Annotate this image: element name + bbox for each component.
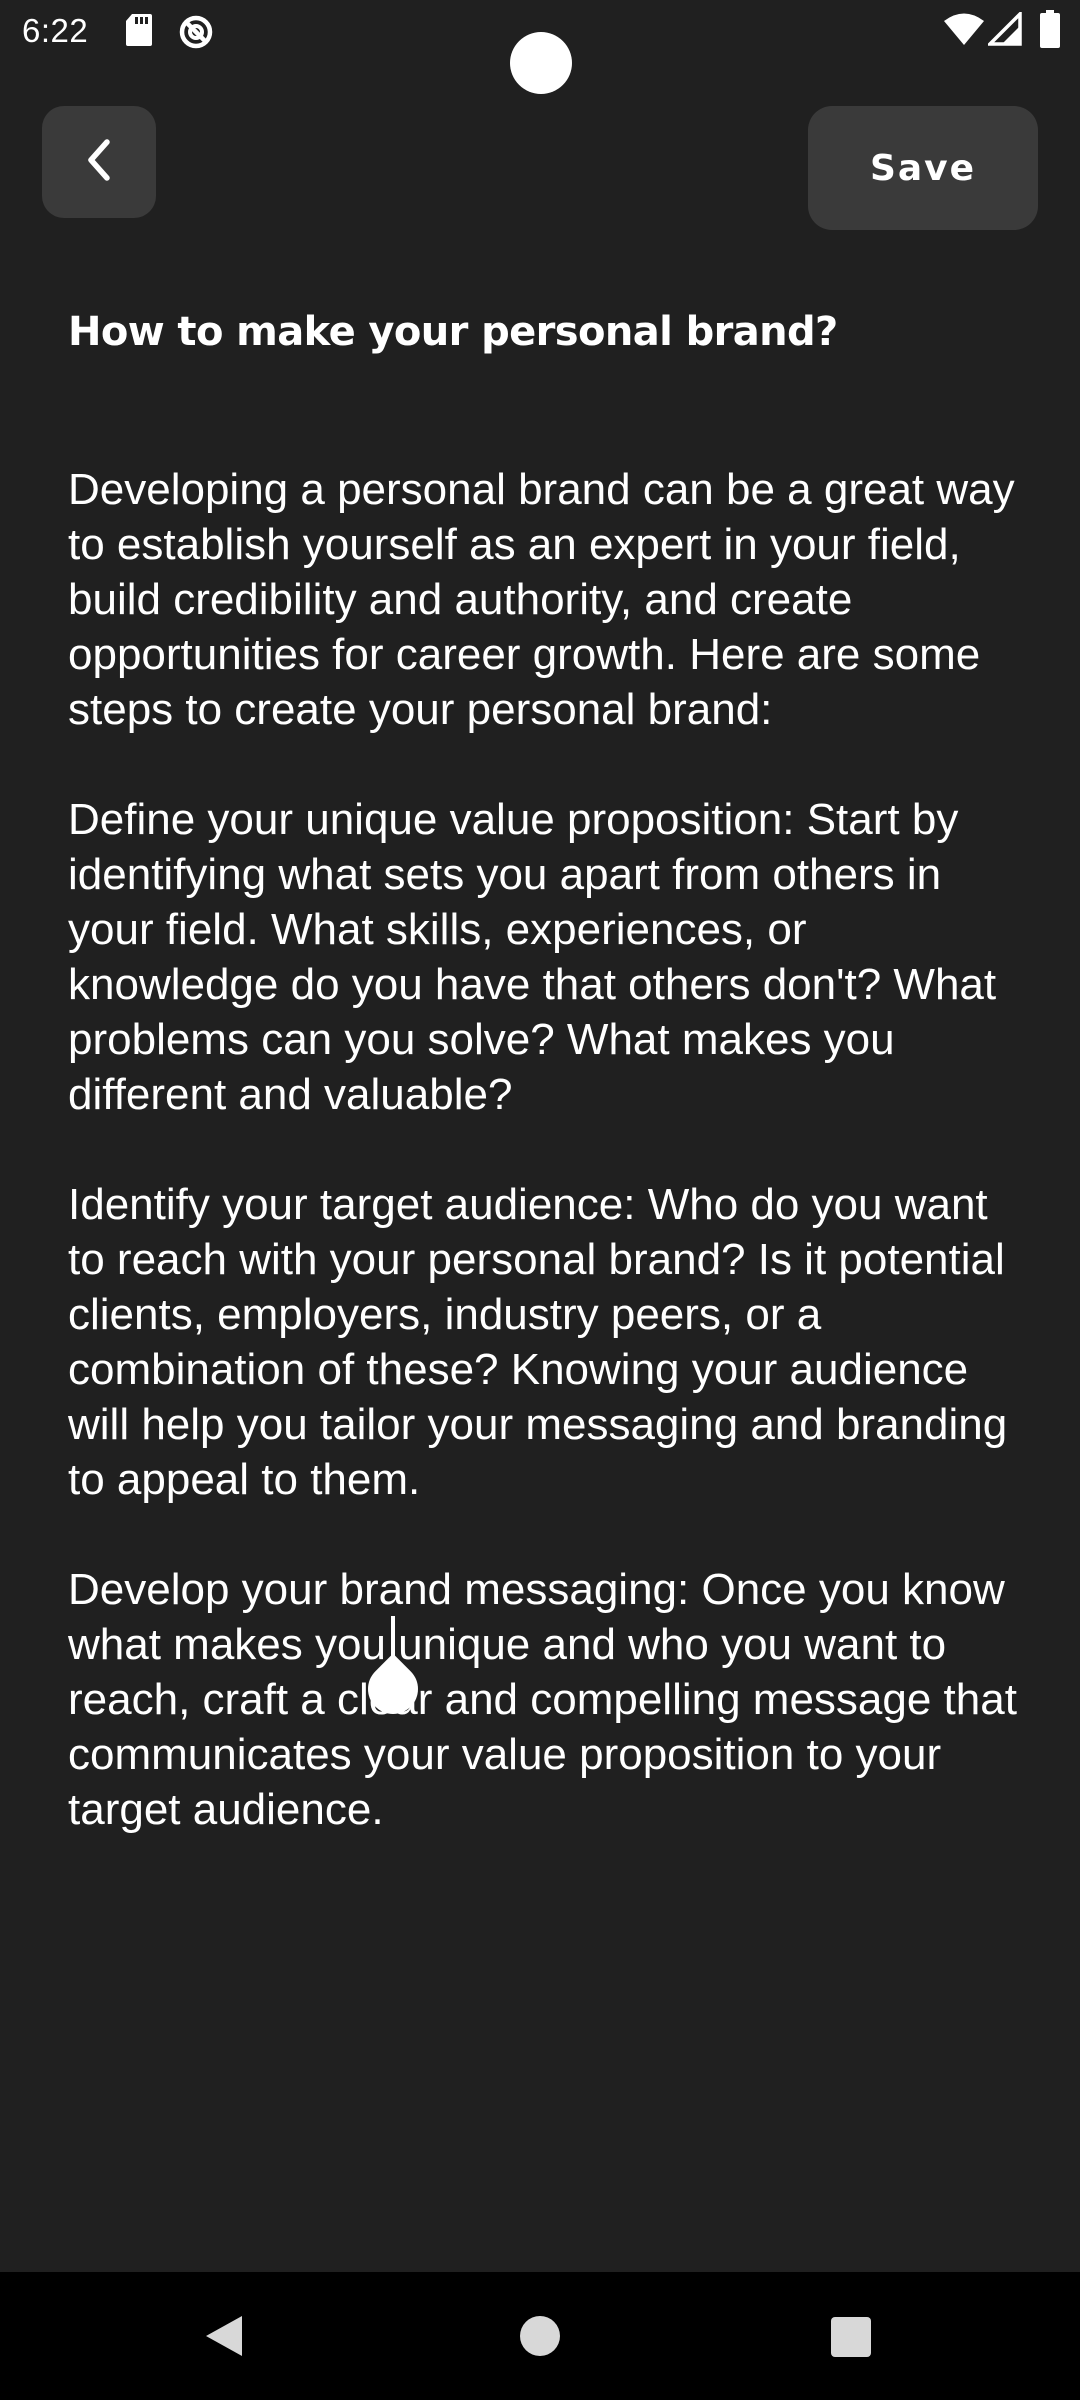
navigation-bar: [0, 2272, 1080, 2400]
do-not-disturb-icon: [178, 14, 214, 54]
note-paragraph: Developing a personal brand can be a gre…: [68, 465, 1015, 734]
wifi-icon: [944, 12, 984, 50]
signal-icon: [985, 9, 1022, 50]
nav-back-icon[interactable]: [204, 2314, 244, 2362]
status-time: 6:22: [22, 12, 89, 49]
sd-card-icon: [126, 14, 152, 50]
note-title[interactable]: How to make your personal brand?: [68, 302, 1028, 362]
nav-home-icon[interactable]: [520, 2316, 560, 2356]
battery-icon: [1040, 10, 1060, 52]
note-paragraph: Identify your target audience: Who do yo…: [68, 1180, 1008, 1504]
nav-recents-icon[interactable]: [831, 2317, 871, 2357]
note-paragraph: Define your unique value proposition: St…: [68, 795, 997, 1119]
note-body[interactable]: Developing a personal brand can be a gre…: [68, 462, 1028, 1892]
back-button[interactable]: [42, 106, 156, 218]
note-paragraph: Develop your brand messaging: Once you k…: [68, 1565, 1017, 1834]
note-editor-screen: 6:22 Save How to make your personal bran…: [0, 0, 1080, 2400]
save-button[interactable]: Save: [808, 106, 1038, 230]
chevron-left-icon: [81, 138, 117, 186]
camera-cutout: [510, 32, 572, 94]
